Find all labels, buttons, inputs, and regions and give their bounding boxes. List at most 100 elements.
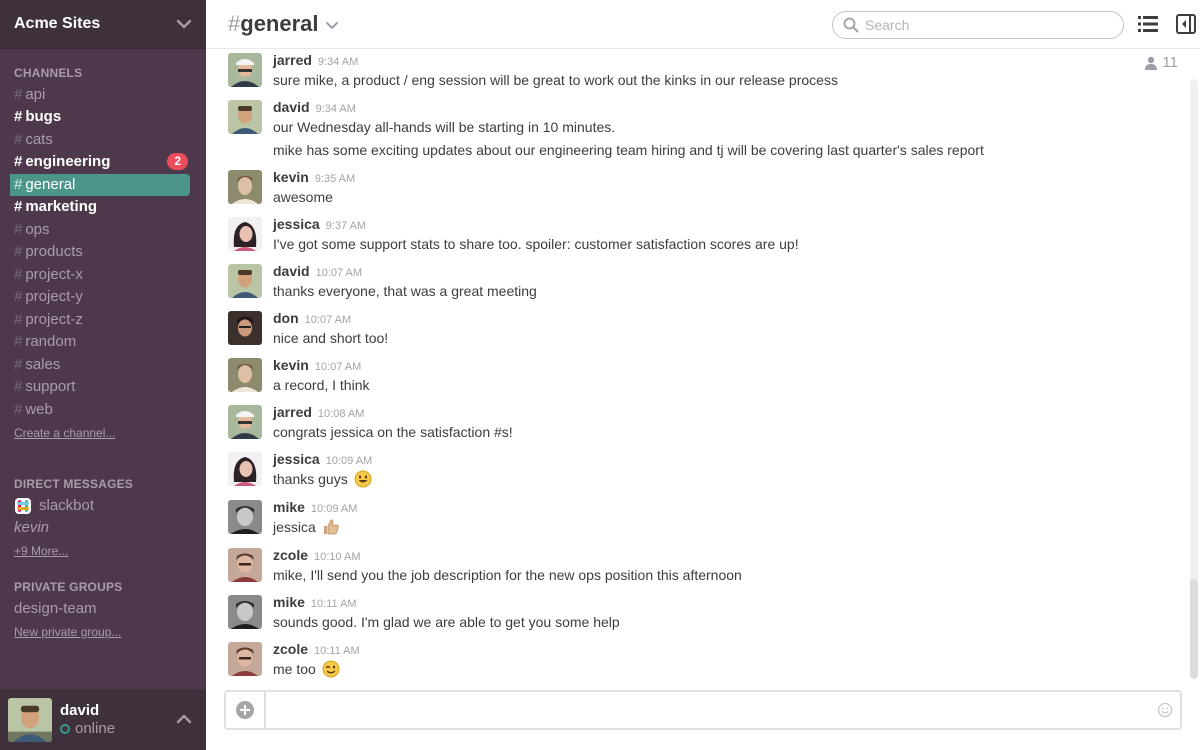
private-groups-header[interactable]: PRIVATE GROUPS [14, 580, 122, 594]
message-timestamp[interactable]: 10:10 AM [314, 551, 360, 563]
channel-title[interactable]: # general [228, 11, 339, 37]
message-timestamp[interactable]: 10:11 AM [311, 598, 357, 610]
person-icon [1145, 56, 1158, 70]
create-channel-link[interactable]: Create a channel... [14, 426, 115, 440]
message-text: our Wednesday all-hands will be starting… [273, 119, 616, 135]
message-text: mike, I'll send you the job description … [273, 567, 742, 583]
channel-ops[interactable]: # ops [10, 219, 190, 241]
message: david 9:34 AM our Wednesday all-hands wil… [228, 97, 1128, 160]
message-input[interactable] [266, 692, 1150, 728]
attach-button[interactable] [226, 692, 266, 728]
message-timestamp[interactable]: 9:34 AM [318, 56, 358, 68]
avatar[interactable] [228, 595, 262, 629]
avatar[interactable] [228, 264, 262, 298]
new-private-group-link[interactable]: New private group... [14, 625, 121, 639]
avatar[interactable] [228, 452, 262, 486]
search-box[interactable] [832, 11, 1124, 39]
message-text: awesome [273, 189, 333, 205]
message-timestamp[interactable]: 10:11 AM [314, 645, 360, 657]
avatar[interactable] [228, 548, 262, 582]
channel-bugs[interactable]: # bugs [10, 106, 190, 128]
channel-random[interactable]: # random [10, 331, 190, 353]
dm-slackbot[interactable]: slackbot [14, 495, 94, 517]
channel-sales[interactable]: # sales [10, 354, 190, 376]
channel-list-button[interactable] [1136, 12, 1160, 36]
message-timestamp[interactable]: 10:09 AM [326, 455, 372, 467]
channel-support[interactable]: # support [10, 376, 190, 398]
message-author[interactable]: david [273, 99, 310, 115]
message-timestamp[interactable]: 10:07 AM [316, 267, 362, 279]
group-design-team[interactable]: design-team [14, 598, 97, 620]
channel-project-x[interactable]: # project-x [10, 264, 190, 286]
message-text: nice and short too! [273, 330, 389, 346]
channel-label: api [25, 86, 46, 103]
message-timestamp[interactable]: 10:07 AM [315, 361, 361, 373]
avatar[interactable] [228, 311, 262, 345]
message: jarred 10:08 AM congrats jessica on the s… [228, 402, 1128, 442]
avatar[interactable] [228, 405, 262, 439]
message-text: I've got some support stats to share too… [273, 236, 799, 252]
avatar[interactable] [228, 358, 262, 392]
message: zcole 10:11 AM me too [228, 639, 1128, 679]
scrollbar-thumb[interactable] [1190, 579, 1198, 679]
message: kevin 9:35 AM awesome [228, 167, 1128, 207]
flexpane-toggle-button[interactable] [1174, 12, 1198, 36]
channels-header[interactable]: CHANNELS [14, 66, 82, 80]
avatar[interactable] [228, 170, 262, 204]
message-author[interactable]: david [273, 263, 310, 279]
channel-marketing[interactable]: # marketing [10, 196, 190, 218]
sidebar: Acme Sites CHANNELS # api # bugs # cats # en… [0, 0, 206, 750]
message-author[interactable]: jarred [273, 52, 312, 68]
message-author[interactable]: kevin [273, 169, 309, 185]
unread-badge: 2 [167, 153, 188, 170]
channel-engineering[interactable]: # engineering 2 [10, 151, 190, 173]
channel-label: web [25, 401, 53, 418]
channel-products[interactable]: # products [10, 241, 190, 263]
channel-cats[interactable]: # cats [10, 129, 190, 151]
message-timestamp[interactable]: 10:09 AM [311, 503, 357, 515]
avatar[interactable] [228, 217, 262, 251]
group-label: design-team [14, 600, 97, 617]
slackbot-icon [15, 498, 31, 514]
member-count-button[interactable]: 11 [1144, 54, 1178, 71]
flexpane-icon [1176, 14, 1196, 34]
direct-messages-header[interactable]: DIRECT MESSAGES [14, 477, 133, 491]
wink-emoji-icon [322, 660, 340, 678]
channel-api[interactable]: # api [10, 84, 190, 106]
message-timestamp[interactable]: 9:37 AM [326, 220, 366, 232]
avatar[interactable] [228, 642, 262, 676]
dm-kevin[interactable]: kevin [14, 517, 49, 539]
channel-project-z[interactable]: # project-z [10, 309, 190, 331]
emoji-button[interactable] [1150, 692, 1180, 728]
channel-web[interactable]: # web [10, 399, 190, 421]
message-timestamp[interactable]: 9:34 AM [316, 103, 356, 115]
chevron-up-icon [176, 714, 192, 724]
search-input[interactable] [865, 17, 1105, 33]
avatar[interactable] [228, 100, 262, 134]
channel-general[interactable]: # general [10, 174, 190, 196]
message-author[interactable]: jessica [273, 451, 320, 467]
more-dms-link[interactable]: +9 More... [14, 544, 68, 558]
team-menu[interactable]: Acme Sites [0, 0, 206, 49]
message-author[interactable]: mike [273, 499, 305, 515]
message-timestamp[interactable]: 10:07 AM [305, 314, 351, 326]
message-timestamp[interactable]: 9:35 AM [315, 173, 355, 185]
team-name: Acme Sites [14, 15, 101, 32]
presence-dot [60, 723, 70, 734]
user-menu[interactable]: david online [0, 689, 206, 750]
channel-project-y[interactable]: # project-y [10, 286, 190, 308]
message-author[interactable]: zcole [273, 641, 308, 657]
message-author[interactable]: zcole [273, 547, 308, 563]
avatar[interactable] [228, 53, 262, 87]
channel-label: project-y [25, 288, 83, 305]
message-author[interactable]: jessica [273, 216, 320, 232]
message-author[interactable]: kevin [273, 357, 309, 373]
avatar[interactable] [228, 500, 262, 534]
scrollbar-track[interactable] [1190, 79, 1198, 639]
message-author[interactable]: don [273, 310, 299, 326]
message-composer [224, 690, 1182, 730]
message-author[interactable]: mike [273, 594, 305, 610]
message-author[interactable]: jarred [273, 404, 312, 420]
message-timestamp[interactable]: 10:08 AM [318, 408, 364, 420]
message: don 10:07 AM nice and short too! [228, 308, 1128, 348]
